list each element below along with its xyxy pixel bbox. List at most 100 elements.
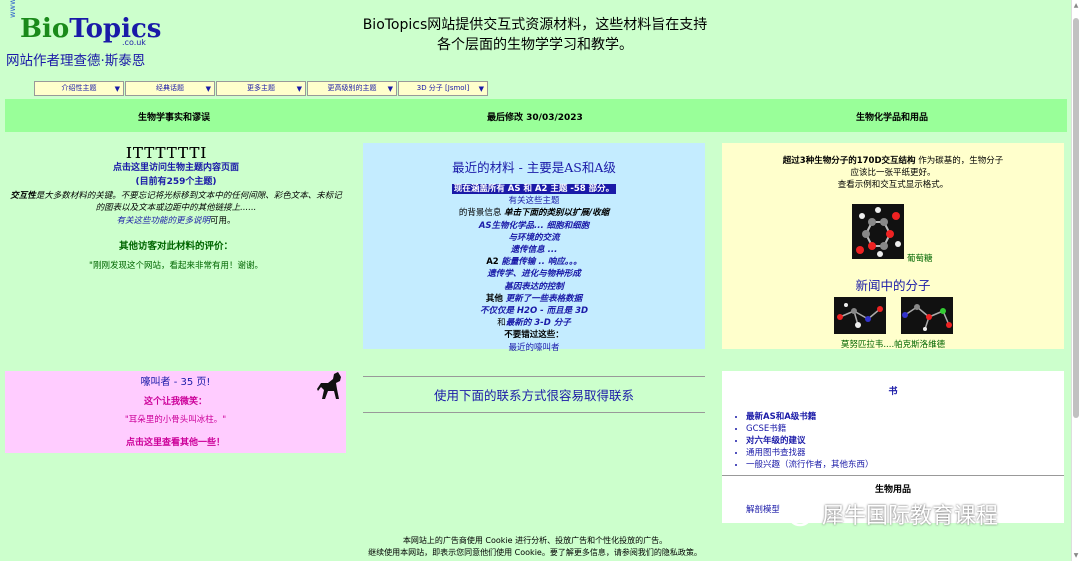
glucose-molecule-image[interactable] [852,204,904,259]
table-data-link[interactable]: 更新了一些表格数据 [506,294,583,304]
category-as-biochem[interactable]: AS生物化学品... 细胞和细胞 [363,220,705,232]
watermark-text: 犀牛国际教育课程 [822,504,999,529]
molecule-label-separator: .... [883,340,895,350]
topics-contents-link[interactable]: 点击这里访问生物主题内容页面 [8,160,344,173]
molecule-ball-stick-icon [902,304,952,331]
nav-dropdown-label: 更多主题 [247,84,275,92]
news-molecules-title: 新闻中的分子 [855,278,931,293]
more-info-tail: 可用。 [210,216,236,226]
books-heading: 书 [888,387,898,397]
books-item-finder[interactable]: 通用图书查找器 [746,447,1064,459]
books-item-gcse[interactable]: GCSE书籍 [746,423,1064,435]
biochem-line1-bold[interactable]: 超过3种生物分子的170D交互结构 [783,156,916,166]
glucose-label[interactable]: 葡萄糖 [907,252,933,264]
cookie-notice: 本网站上的广告商使用 Cookie 进行分析、投放广告和个性化投放的广告。 继续… [300,535,770,559]
category-evolution[interactable]: 遗传学、进化与物种形成 [363,268,705,280]
books-list: 最新AS和A级书籍 GCSE书籍 对六年级的建议 通用图书查找器 一般兴趣（流行… [722,411,1064,471]
latest-3d-link[interactable]: 最新的 3-D 分子 [506,318,571,328]
nav-bar: 介绍性主题 ▼ 经典话题 ▼ 更多主题 ▼ 更高级别的主题 ▼ 3D 分子 [Jsmol… [34,81,489,96]
category-environment[interactable]: 与环境的交流 [363,232,705,244]
band-biochem-heading: 生物化学品和用品 [856,113,929,123]
other-prefix: 其他 [485,293,503,304]
dont-miss: 不要错过这些： [504,330,564,341]
logo-www: www. [8,0,17,18]
nav-dropdown-more[interactable]: 更多主题 ▼ [216,81,306,96]
paxlovid-image[interactable] [901,297,953,334]
books-item-general[interactable]: 一般兴趣（流行作者，其他东西） [746,459,1064,471]
contact-banner[interactable]: 使用下面的联系方式很容易取得联系 [363,376,705,413]
biochem-line1: 超过3种生物分子的170D交互结构 作为碳基的，生物分子 [722,155,1064,167]
background-prefix: 的背景信息 [458,208,502,219]
h2o-3d-link[interactable]: 不仅仅是 H2O - 而且是 3D [363,305,705,317]
site-logo[interactable]: www. BioTopics .co.uk [8,0,168,48]
scroll-down-icon[interactable]: ▼ [1072,552,1080,559]
more-info-link[interactable]: 有关这些功能的更多说明 [116,216,210,226]
category-energy[interactable]: 能量传输 .. 响应。。。 [501,257,581,267]
background-line: 的背景信息 单击下面的类别以扩展/收缩 [363,207,705,219]
interactivity-note: 交互性是大多数材料的关键。不要忘记将光标移到文本中的任何间隙、彩色文本、未标记的… [8,190,344,214]
howlers-smile: 这个让我微笑： [143,397,207,407]
nav-dropdown-intro[interactable]: 介绍性主题 ▼ [34,81,124,96]
biochem-line1-rest: 作为碳基的，生物分子 [918,156,1004,166]
nav-dropdown-advanced[interactable]: 更高级别的主题 ▼ [307,81,397,96]
nav-dropdown-label: 经典话题 [156,84,184,92]
logo-topics: Topics [69,14,162,44]
and-line: 和最新的 3-D 分子 [363,317,705,329]
topics-count: (目前有259个主题) [135,177,217,187]
wechat-icon [778,500,812,527]
a2-line: A2 能量传输 .. 响应。。。 [363,256,705,268]
chevron-down-icon: ▼ [114,85,120,93]
scrollbar-thumb[interactable] [1073,18,1079,418]
howlers-title[interactable]: 嚎叫者 - 35 页! [5,373,346,388]
books-item-as-a-level[interactable]: 最新AS和A级书籍 [746,411,1064,423]
recent-materials-panel: 最近的材料 - 主要是AS和A级 现在涵盖所有 AS 和 A2 主题 -58 部… [363,143,705,353]
nav-dropdown-label: 3D 分子 [Jsmol] [416,84,470,92]
watermark: 犀牛国际教育课程 [778,496,1068,532]
category-genetic-info[interactable]: 遗传信息 ... [363,244,705,256]
interactivity-bold: 交互性 [10,191,36,201]
band-facts-heading: 生物学事实和谬误 [138,113,211,123]
nav-dropdown-3d[interactable]: 3D 分子 [Jsmol] ▼ [398,81,488,96]
left-column: 点击这里访问生物主题内容页面 (目前有259个主题) 交互性是大多数材料的关键。… [8,160,344,271]
howlers-panel: 嚎叫者 - 35 页! 这个让我微笑： "耳朵里的小骨头叫冰柱。" 点击这里查看… [5,371,346,453]
comments-heading: 其他访客对此材料的评价： [118,241,233,252]
recent-materials-title: 最近的材料 - 主要是AS和A级 [452,160,616,175]
nav-dropdown-classic[interactable]: 经典话题 ▼ [125,81,215,96]
about-topics-link[interactable]: 有关这些主题 [363,195,705,207]
molecule-ball-stick-icon [837,303,883,328]
books-item-sixth-form[interactable]: 对六年级的建议 [746,435,1064,447]
a2-prefix: A2 [486,257,499,268]
scroll-up-icon[interactable]: ▲ [1072,2,1080,9]
molnupiravir-image[interactable] [834,297,886,334]
expand-instruction: 单击下面的类别以扩展/收缩 [504,208,610,219]
site-intro: BioTopics网站提供交互式资源材料，这些材料旨在支持各个层面的生物学学习和… [362,17,708,53]
paxlovid-label[interactable]: 帕克斯洛维德 [894,340,945,350]
biochem-panel: 超过3种生物分子的170D交互结构 作为碳基的，生物分子 应该比一张平纸更好。 … [722,143,1064,350]
more-howlers-link[interactable]: 点击这里查看其他一些！ [5,435,346,448]
chevron-down-icon: ▼ [387,85,393,93]
books-divider [722,475,1064,476]
author-link[interactable]: 网站作者理查德·斯泰恩 [6,49,145,69]
interactivity-text: 是大多数材料的关键。不要忘记将光标移到文本中的任何间隙、彩色文本、未标记的图表以… [35,191,342,213]
howling-wolf-icon [316,371,344,401]
vertical-scrollbar[interactable]: ▲ ▼ [1071,0,1080,561]
more-info-line: 有关这些功能的更多说明可用。 [8,214,344,226]
nav-dropdown-label: 更高级别的主题 [327,84,377,92]
chevron-down-icon: ▼ [205,85,211,93]
nav-dropdown-label: 介绍性主题 [61,84,97,92]
news-molecule-labels: 莫努匹拉韦....帕克斯洛维德 [722,338,1064,350]
and-prefix: 和 [497,318,506,329]
recent-howlers-link[interactable]: 最近的嚎叫者 [363,342,705,354]
chevron-down-icon: ▼ [478,85,484,93]
supplies-heading: 生物用品 [874,485,911,495]
howler-quote: "耳朵里的小骨头叫冰柱。" [124,415,227,425]
cookie-line2[interactable]: 继续使用本网站，即表示您同意他们使用 Cookie。要了解更多信息，请参阅我们的… [300,547,770,559]
visitor-comment: "刚刚发现这个网站，看起来非常有用！谢谢。 [89,261,263,271]
band-last-modified: 最后修改 30/03/2023 [487,113,583,123]
other-line: 其他 更新了一些表格数据 [363,293,705,305]
section-header-band: 生物学事实和谬误 最后修改 30/03/2023 生物化学品和用品 [5,99,1067,132]
category-gene-expression[interactable]: 基因表达的控制 [363,281,705,293]
molnupiravir-label[interactable]: 莫努匹拉韦 [841,340,884,350]
logo-couk: .co.uk [122,38,146,47]
coverage-highlight[interactable]: 现在涵盖所有 AS 和 A2 主题 -58 部分。 [451,184,617,194]
